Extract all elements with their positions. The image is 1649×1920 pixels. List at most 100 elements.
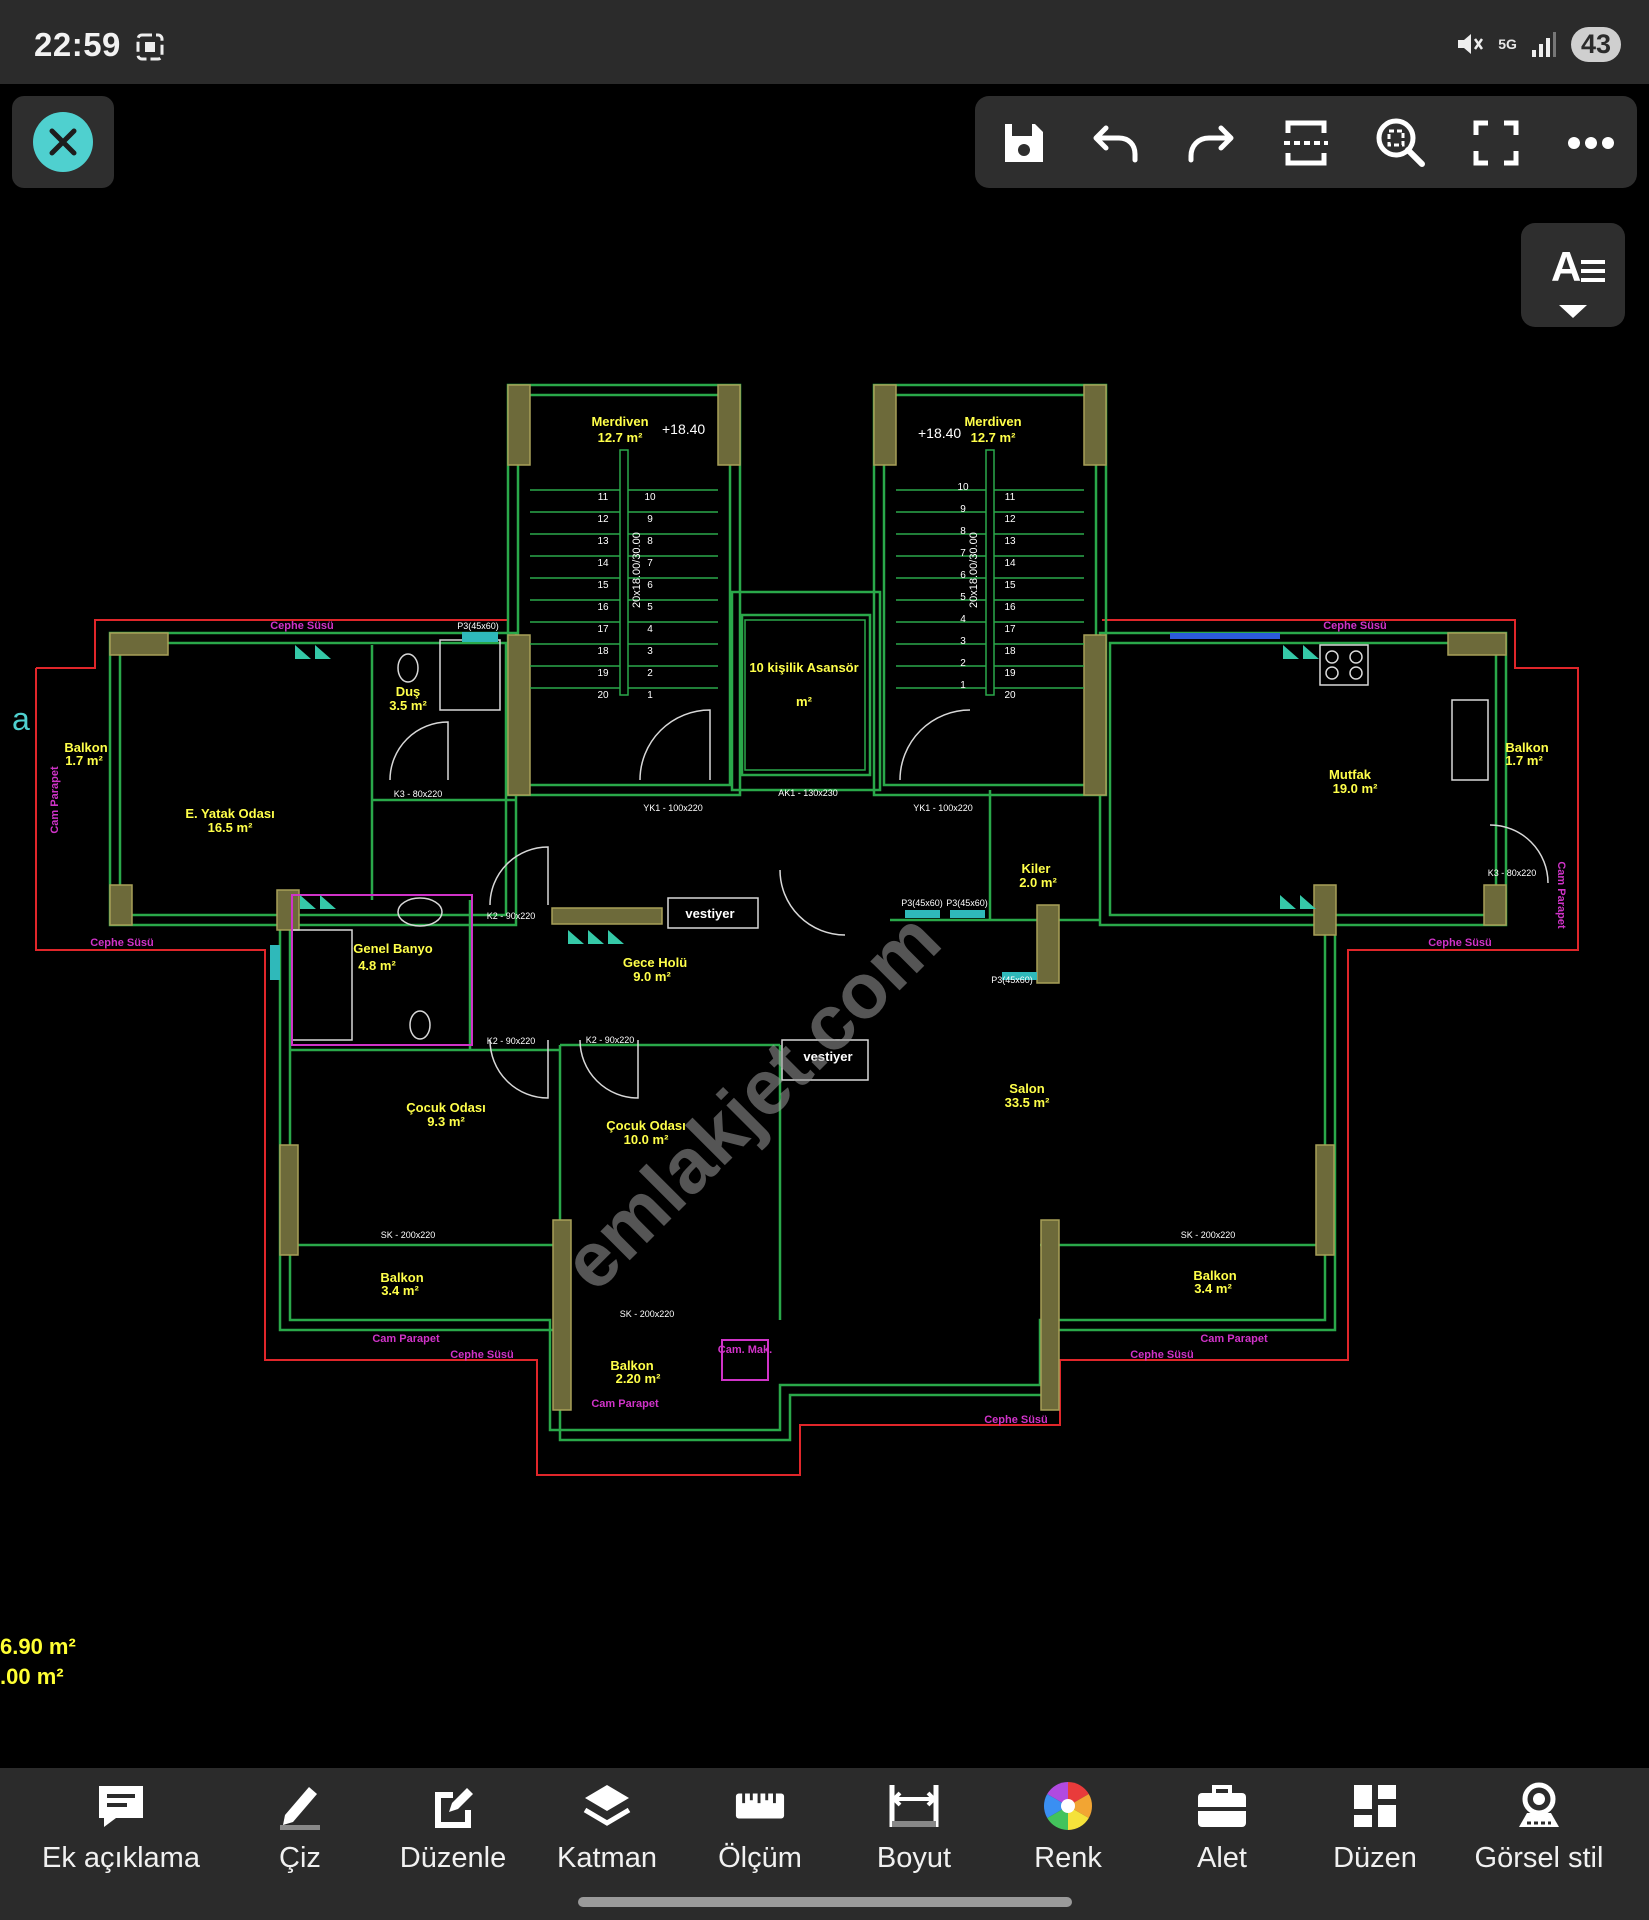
stair-number: 10 [957,482,969,493]
toolbox-icon [1198,1785,1246,1827]
stair-number: 14 [597,558,609,569]
stair-number: 19 [597,668,609,679]
drawing-canvas[interactable]: Merdiven 12.7 m² Merdiven 12.7 m² 10 kiş… [0,200,1649,1760]
undo-button[interactable] [1088,114,1146,172]
layers-icon [583,1785,631,1826]
tool-olcum[interactable]: Ölçüm [710,1780,810,1890]
cephe-label: Cephe Süsü [450,1349,514,1361]
signal-icon [1531,32,1556,57]
window-tag: SK - 200x220 [381,1230,436,1240]
screenshot-icon [136,33,164,61]
tool-alet[interactable]: Alet [1182,1780,1262,1890]
stair-number: 11 [1005,492,1016,503]
room-name-cocuk-1: Çocuk Odası [406,1100,485,1115]
zoom-window-button[interactable] [1372,114,1430,172]
dimension-icon [889,1785,939,1827]
room-area-salon: 33.5 m² [1005,1095,1050,1110]
window-tag: SK - 200x220 [620,1309,675,1319]
room-name-banyo: Genel Banyo [353,941,433,956]
status-time: 22:59 [34,26,121,63]
room-name-kiler: Kiler [1022,861,1051,876]
room-area-yatak: 16.5 m² [208,820,253,835]
stair-number: 5 [647,602,653,613]
door-tag: K2 - 90x220 [487,911,536,921]
fullscreen-button[interactable] [1467,114,1525,172]
stair-number: 16 [597,602,609,613]
tool-duzenle[interactable]: Düzenle [395,1780,511,1890]
stair-number: 1 [647,690,653,701]
stair-number: 3 [960,636,966,647]
room-area-gece-holu: 9.0 m² [633,969,671,984]
close-button[interactable] [33,112,93,172]
home-indicator[interactable] [578,1897,1072,1907]
more-button[interactable] [1562,114,1620,172]
tool-label: Görsel stil [1474,1842,1604,1874]
window-tag: P3(45x60) [901,898,943,908]
stair-number: 16 [1004,602,1016,613]
door-tag: AK1 - 130x230 [778,788,838,798]
tool-duzen[interactable]: Düzen [1330,1780,1420,1890]
room-area-cocuk-1: 9.3 m² [427,1114,465,1129]
door-tag: K2 - 90x220 [487,1036,536,1046]
stair-number: 8 [960,526,966,537]
stair-number: 15 [597,580,609,591]
fullscreen-icon [1473,120,1519,166]
status-indicators: 5G 43 [1454,26,1621,62]
columns [109,384,1507,1411]
more-icon [1568,137,1614,149]
stair-number: 1 [960,680,966,691]
cephe-label: Cephe Süsü [1130,1349,1194,1361]
room-area-asansor: m² [796,694,813,709]
tool-label: Ek açıklama [42,1842,200,1874]
cam-parapet-label: Cam Parapet [372,1333,440,1345]
stair-number: 8 [647,536,653,547]
redo-button[interactable] [1181,114,1239,172]
stair-number: 5 [960,592,966,603]
stair-number: 6 [960,570,966,581]
fit-extents-button[interactable] [1277,114,1335,172]
watermark: emlakjet.com [545,895,957,1307]
stair-number: 3 [647,646,653,657]
room-area-kiler: 2.0 m² [1019,875,1057,890]
cephe-label: Cephe Süsü [984,1414,1048,1426]
tool-label: Çiz [279,1842,321,1874]
tool-gorsel-stil[interactable]: Görsel stil [1472,1780,1606,1890]
color-wheel-icon [1043,1782,1093,1830]
undo-icon [1093,125,1138,163]
tool-ciz[interactable]: Çiz [260,1780,340,1890]
area-readout-1: 6.90 m² [0,1634,76,1659]
room-name-gece-holu: Gece Holü [623,955,687,970]
tool-boyut[interactable]: Boyut [866,1780,962,1890]
stairs [530,449,1084,696]
stair-number: 18 [1004,646,1016,657]
stair-number: 17 [1004,624,1016,635]
mute-icon [1458,34,1484,54]
room-name-asansor: 10 kişilik Asansör [749,660,858,675]
tool-label: Alet [1197,1842,1247,1874]
door-tag: YK1 - 100x220 [913,803,973,813]
tool-katman[interactable]: Katman [550,1780,664,1890]
stair-number: 19 [1004,668,1016,679]
stair-dim-right: 20x18.00/30.00 [968,532,980,608]
stair-number: 2 [647,668,653,679]
save-button[interactable] [995,114,1053,172]
room-area-dus: 3.5 m² [389,698,427,713]
tool-renk[interactable]: Renk [1028,1780,1108,1890]
visual-style-icon [1519,1782,1559,1827]
section-mark: a [12,701,30,737]
pencil-icon [280,1787,320,1830]
close-panel [12,96,114,188]
window-tag: SK - 200x220 [1181,1230,1236,1240]
network-type: 5G [1498,36,1517,52]
tool-ek-aciklama[interactable]: Ek açıklama [40,1780,202,1890]
tool-label: Katman [557,1842,657,1874]
room-name-merdiven-left: Merdiven [591,414,648,429]
door-tag: YK1 - 100x220 [643,803,703,813]
stair-number: 12 [597,514,609,525]
cam-parapet-label: Cam Parapet [591,1398,659,1410]
stair-number: 6 [647,580,653,591]
door-tag: K2 - 90x220 [586,1035,635,1045]
stair-number: 11 [598,492,609,503]
room-area-banyo: 4.8 m² [358,958,396,973]
room-name-yatak: E. Yatak Odası [185,806,274,821]
